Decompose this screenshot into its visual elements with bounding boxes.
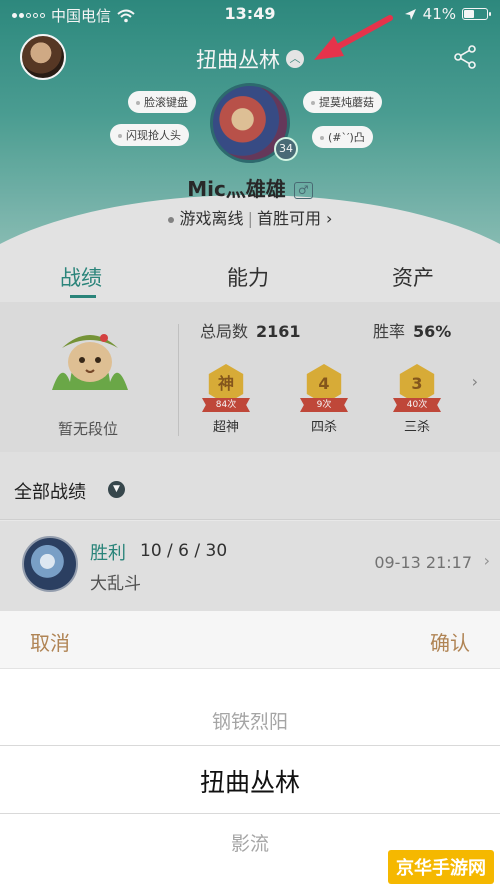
tab-record[interactable]: 战绩 bbox=[60, 262, 102, 292]
badge-triple[interactable]: 3 40次 三杀 bbox=[389, 364, 445, 435]
cancel-button[interactable]: 取消 bbox=[30, 627, 70, 656]
status-dot-icon bbox=[167, 216, 174, 223]
tab-ability[interactable]: 能力 bbox=[227, 262, 269, 292]
win-rate: 胜率 56% bbox=[373, 318, 451, 342]
chevron-down-icon[interactable]: ▼ bbox=[108, 481, 125, 498]
match-time: 09-13 21:17 bbox=[374, 553, 472, 572]
picker-option-selected[interactable]: 扭曲丛林 bbox=[0, 763, 500, 799]
records-title: 全部战绩 bbox=[14, 482, 86, 503]
records-filter[interactable]: 全部战绩 ▼ bbox=[0, 452, 500, 520]
match-kda: 10 / 6 / 30 bbox=[140, 541, 228, 561]
rank-label: 暂无段位 bbox=[57, 420, 118, 438]
champion-icon bbox=[22, 536, 78, 592]
badge-name: 超神 bbox=[212, 420, 239, 435]
region-title: 扭曲丛林 bbox=[196, 48, 280, 72]
chevron-right-icon[interactable]: › bbox=[472, 372, 478, 391]
badge-legendary[interactable]: 神 84次 超神 bbox=[198, 364, 254, 435]
battery-percent: 41% bbox=[422, 5, 456, 23]
online-status[interactable]: 游戏离线 | 首胜可用 › bbox=[0, 205, 500, 229]
confirm-button[interactable]: 确认 bbox=[430, 627, 470, 656]
picker-highlight-top bbox=[0, 745, 500, 746]
chevron-right-icon: › bbox=[320, 209, 333, 228]
badge-count: 9次 bbox=[300, 398, 348, 412]
match-row[interactable]: 胜利 10 / 6 / 30 大乱斗 09-13 21:17 › bbox=[0, 521, 500, 611]
match-result: 胜利 bbox=[90, 543, 126, 564]
win-rate-label: 胜率 bbox=[373, 322, 406, 341]
total-games-value: 2161 bbox=[256, 322, 301, 341]
tag-3: 闪现抢人头 bbox=[110, 124, 189, 146]
profile-header: 中国电信 13:49 41% 扭曲丛林 ︿ 脸滚键盘 提莫炖蘑菇 闪现抢人头 (#… bbox=[0, 0, 500, 250]
picker-option[interactable]: 钢铁烈阳 bbox=[0, 707, 500, 734]
tab-underline bbox=[70, 295, 96, 298]
tag-1: 脸滚键盘 bbox=[128, 91, 196, 113]
badge-name: 三杀 bbox=[403, 420, 430, 435]
win-rate-value: 56% bbox=[413, 322, 452, 341]
tab-bar: 战绩 能力 资产 bbox=[0, 250, 500, 302]
chevron-right-icon: › bbox=[483, 551, 490, 570]
total-games-label: 总局数 bbox=[200, 322, 249, 341]
region-selector[interactable]: 扭曲丛林 ︿ bbox=[0, 44, 500, 74]
status-bar: 中国电信 13:49 41% bbox=[0, 0, 500, 30]
badge-count: 40次 bbox=[393, 398, 441, 412]
watermark-logo: 京华手游网 bbox=[388, 850, 494, 884]
first-win-text: 首胜可用 bbox=[256, 209, 321, 228]
badge-quadra[interactable]: 4 9次 四杀 bbox=[296, 364, 352, 435]
status-text: 游戏离线 bbox=[179, 209, 244, 228]
region-picker-sheet: 取消 确认 钢铁烈阳 扭曲丛林 影流 bbox=[0, 611, 500, 890]
location-icon bbox=[404, 8, 416, 20]
badge-name: 四杀 bbox=[310, 420, 337, 435]
battery-icon bbox=[462, 8, 491, 20]
tag-4: (#`′)凸 bbox=[312, 126, 373, 148]
male-icon: ♂ bbox=[293, 182, 313, 199]
picker-highlight-bottom bbox=[0, 813, 500, 814]
total-games: 总局数 2161 bbox=[200, 318, 301, 342]
annotation-arrow-icon bbox=[314, 15, 393, 60]
share-icon[interactable] bbox=[452, 44, 478, 70]
divider bbox=[178, 324, 179, 436]
stats-card: 暂无段位 总局数 2161 胜率 56% 神 84次 超神 4 9次 四杀 3 40… bbox=[0, 302, 500, 452]
tag-2: 提莫炖蘑菇 bbox=[303, 91, 382, 113]
tab-assets[interactable]: 资产 bbox=[392, 262, 434, 292]
picker-toolbar: 取消 确认 bbox=[0, 611, 500, 669]
rank-emblem-icon bbox=[52, 334, 128, 390]
match-mode: 大乱斗 bbox=[90, 574, 141, 594]
summoner-name: Mic灬雄雄 bbox=[187, 177, 286, 201]
level-badge: 34 bbox=[274, 137, 298, 161]
summoner-name-row: Mic灬雄雄 ♂ bbox=[0, 173, 500, 202]
badge-count: 84次 bbox=[202, 398, 250, 412]
